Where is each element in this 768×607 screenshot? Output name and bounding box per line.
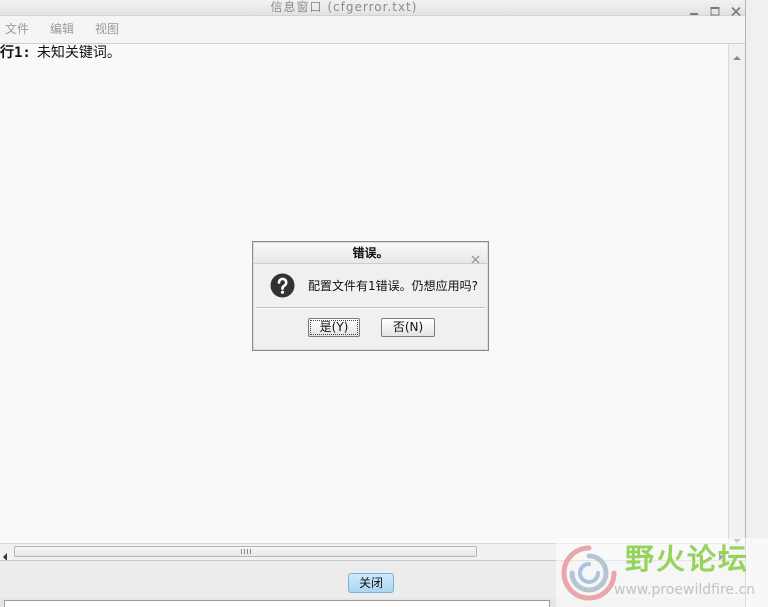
thumb-grip [244, 549, 245, 554]
status-field [4, 600, 550, 607]
vertical-scrollbar[interactable] [728, 44, 745, 543]
line-number: 行1: [0, 45, 31, 61]
swirl-logo-icon [558, 542, 620, 604]
menu-file[interactable]: 文件 [3, 16, 31, 43]
window-title: 信息窗口 (cfgerror.txt) [270, 0, 418, 14]
yes-button[interactable]: 是(Y) [308, 318, 360, 337]
menu-view[interactable]: 视图 [93, 16, 121, 43]
line-text: 未知关键词。 [36, 45, 121, 61]
dialog-title: 错误。 [352, 246, 389, 260]
close-icon[interactable] [730, 2, 742, 17]
watermark-title: 野火论坛 [625, 542, 750, 576]
menu-edit[interactable]: 编辑 [48, 16, 76, 43]
maximize-icon[interactable] [709, 2, 721, 16]
dialog-close-icon[interactable] [471, 249, 480, 264]
minimize-icon[interactable] [688, 2, 700, 15]
dialog-message: 配置文件有1错误。仍想应用吗? [308, 279, 479, 293]
watermark-url: www.proewildfire.cn [614, 582, 756, 598]
dialog-title-bar[interactable]: 错误。 [254, 243, 487, 264]
scroll-down-arrow-icon[interactable] [732, 530, 742, 543]
question-icon [270, 273, 295, 298]
text-line: 行1: 未知关键词。 [0, 45, 121, 61]
thumb-grip [247, 549, 248, 554]
error-dialog: 错误。 配置文件有1错误。仍想应用吗? 是(Y) 否(N) [252, 241, 489, 351]
close-button[interactable]: 关闭 [348, 573, 394, 593]
thumb-grip [241, 549, 242, 554]
forum-watermark: 野火论坛 www.proewildfire.cn [556, 538, 768, 607]
horizontal-scroll-thumb[interactable] [14, 546, 477, 557]
dialog-separator [256, 307, 485, 309]
no-button-label: 否(N) [392, 320, 424, 334]
yes-button-label: 是(Y) [319, 320, 349, 334]
scroll-up-arrow-icon[interactable] [732, 47, 742, 60]
no-button[interactable]: 否(N) [381, 318, 435, 337]
title-bar[interactable]: 信息窗口 (cfgerror.txt) [0, 0, 745, 17]
scroll-left-arrow-icon[interactable] [1, 547, 9, 561]
thumb-grip [250, 549, 251, 554]
menu-bar: 文件 编辑 视图 [0, 16, 745, 44]
